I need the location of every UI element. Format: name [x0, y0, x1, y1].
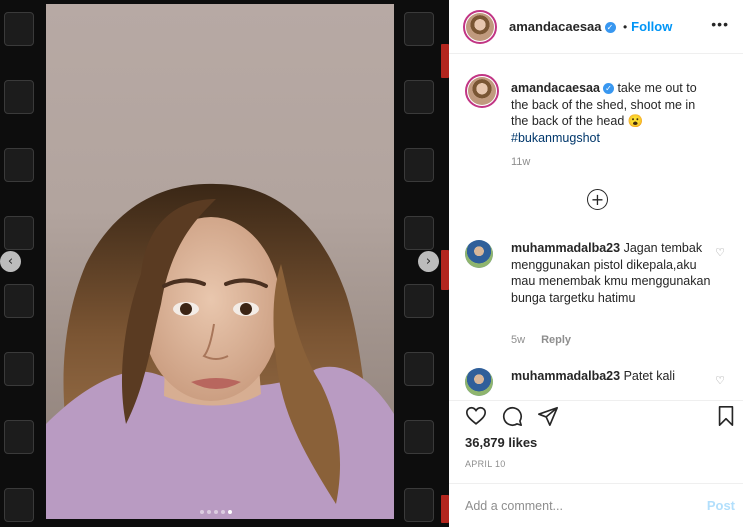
author-avatar[interactable]: [463, 10, 497, 44]
film-perforation: [404, 12, 434, 46]
post-header: amandacaesaa ✓ • Follow •••: [449, 0, 743, 54]
film-perforation: [4, 80, 34, 114]
add-comment-input[interactable]: [465, 497, 685, 515]
film-perforation: [4, 148, 34, 182]
avatar-image: [468, 77, 496, 105]
film-perforation: [404, 80, 434, 114]
post-side-panel: amandacaesaa ✓ • Follow ••• amandacaesaa ✓ …: [449, 0, 743, 527]
film-edge-marking: [441, 44, 449, 78]
film-perforation: [404, 284, 434, 318]
caption-age: 11w: [511, 156, 531, 168]
comment-username[interactable]: muhammadalba23: [511, 369, 620, 383]
more-options-icon[interactable]: •••: [711, 16, 729, 32]
film-edge-marking: [441, 495, 449, 523]
portrait-illustration: [46, 183, 394, 519]
film-perforation: [4, 12, 34, 46]
comment-text: muhammadalba23 Jagan tembak menggunakan …: [511, 240, 711, 306]
follow-separator: •: [622, 20, 628, 34]
film-perforation: [404, 488, 434, 522]
film-perforation: [4, 284, 34, 318]
post-comment-button[interactable]: Post: [707, 498, 735, 513]
follow-button[interactable]: Follow: [631, 19, 672, 34]
caption-item: amandacaesaa ✓ take me out to the back of…: [465, 74, 735, 184]
load-more-comments-button[interactable]: +: [587, 189, 608, 210]
prev-slide-button[interactable]: ‹: [0, 251, 21, 272]
film-edge-marking: [441, 250, 449, 290]
comments-list: amandacaesaa ✓ take me out to the back of…: [449, 55, 743, 400]
comment-body: Patet kali: [623, 369, 675, 383]
film-perforation: [4, 216, 34, 250]
film-perforation: [404, 148, 434, 182]
film-perforation: [4, 420, 34, 454]
caption-meta: 11w: [511, 156, 546, 168]
film-perforation: [404, 420, 434, 454]
film-perforation: [404, 352, 434, 386]
share-paper-plane-icon[interactable]: [537, 405, 559, 427]
comment-item: muhammadalba23 Patet kali ♡: [465, 368, 735, 400]
film-perforation: [4, 352, 34, 386]
chevron-left-icon: ‹: [7, 254, 14, 269]
carousel-dot: [221, 510, 225, 514]
author-username[interactable]: amandacaesaa: [509, 19, 602, 34]
carousel-indicator: [200, 510, 232, 514]
header-identity: amandacaesaa ✓ • Follow: [509, 18, 672, 36]
next-slide-button[interactable]: ›: [418, 251, 439, 272]
avatar-image: [465, 368, 493, 396]
carousel-dot-active: [228, 510, 232, 514]
film-perforation: [404, 216, 434, 250]
commenter-avatar[interactable]: [465, 368, 493, 396]
like-comment-heart-icon[interactable]: ♡: [715, 374, 725, 387]
avatar-image: [466, 13, 494, 41]
save-bookmark-icon[interactable]: [715, 405, 737, 427]
comment-item: muhammadalba23 Jagan tembak menggunakan …: [465, 240, 735, 350]
comment-username[interactable]: muhammadalba23: [511, 241, 620, 255]
plus-circle-icon: +: [590, 189, 605, 209]
verified-badge-icon: ✓: [602, 83, 614, 94]
comment-bubble-icon[interactable]: [501, 405, 523, 427]
add-comment-bar: Post: [449, 483, 743, 527]
post-photo: [46, 4, 394, 519]
caption-hashtag[interactable]: #bukanmugshot: [511, 131, 600, 145]
carousel-dot: [207, 510, 211, 514]
comment-meta: 5w Reply: [511, 334, 587, 346]
caption-text: amandacaesaa ✓ take me out to the back of…: [511, 80, 711, 146]
like-heart-icon[interactable]: [465, 405, 487, 427]
comment-age: 5w: [511, 334, 526, 346]
carousel-dot: [200, 510, 204, 514]
avatar-image: [465, 240, 493, 268]
caption-avatar[interactable]: [465, 74, 499, 108]
like-comment-heart-icon[interactable]: ♡: [715, 246, 725, 259]
film-perforation: [4, 488, 34, 522]
reply-button[interactable]: Reply: [541, 334, 571, 346]
commenter-avatar[interactable]: [465, 240, 493, 268]
caption-username[interactable]: amandacaesaa: [511, 81, 600, 95]
comment-text: muhammadalba23 Patet kali: [511, 368, 711, 385]
caption-emoji: 😮: [627, 114, 644, 128]
likes-count[interactable]: 36,879 likes: [465, 435, 537, 450]
chevron-right-icon: ›: [425, 254, 432, 269]
post-media: ‹ ›: [0, 0, 449, 527]
action-bar: [449, 400, 743, 430]
verified-badge-icon: ✓: [604, 22, 616, 33]
post-date[interactable]: APRIL 10: [465, 459, 506, 469]
carousel-dot: [214, 510, 218, 514]
